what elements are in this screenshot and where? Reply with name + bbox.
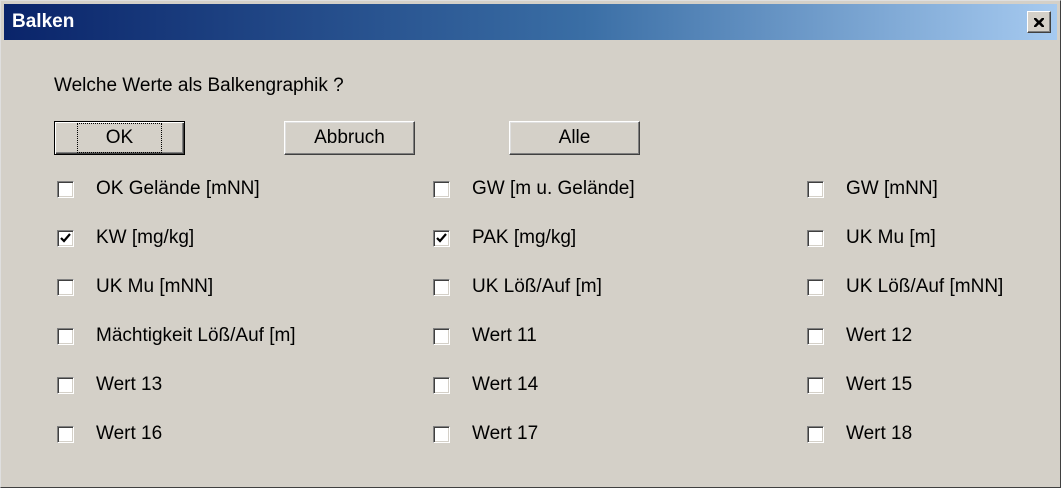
option-label: UK Mu [mNN] xyxy=(96,276,214,297)
option-label: PAK [mg/kg] xyxy=(472,227,577,248)
all-button-label: Alle xyxy=(558,127,591,148)
checkbox-unchecked[interactable] xyxy=(433,180,450,198)
option-label: UK Mu [m] xyxy=(846,227,936,248)
option-checkbox[interactable]: Wert 15 xyxy=(807,372,912,398)
checkbox-unchecked[interactable] xyxy=(807,425,824,443)
option-label: KW [mg/kg] xyxy=(96,227,195,248)
option-checkbox[interactable]: KW [mg/kg] xyxy=(57,225,194,251)
option-label: Wert 17 xyxy=(472,423,539,444)
option-checkbox[interactable]: UK Löß/Auf [m] xyxy=(433,274,602,300)
checkbox-unchecked[interactable] xyxy=(433,278,450,296)
checkbox-unchecked[interactable] xyxy=(57,376,74,394)
checkbox-unchecked[interactable] xyxy=(807,180,824,198)
option-checkbox[interactable]: UK Mu [m] xyxy=(807,225,936,251)
option-checkbox[interactable]: Wert 18 xyxy=(807,421,912,447)
cancel-button[interactable]: Abbruch xyxy=(284,121,415,155)
option-label: UK Löß/Auf [mNN] xyxy=(846,276,1004,297)
option-label: OK Gelände [mNN] xyxy=(96,178,260,199)
option-label: Mächtigkeit Löß/Auf [m] xyxy=(96,325,296,346)
checkbox-unchecked[interactable] xyxy=(433,327,450,345)
option-checkbox[interactable]: Mächtigkeit Löß/Auf [m] xyxy=(57,323,296,349)
option-checkbox[interactable]: UK Löß/Auf [mNN] xyxy=(807,274,1003,300)
option-label: Wert 11 xyxy=(472,325,537,346)
option-checkbox[interactable]: OK Gelände [mNN] xyxy=(57,176,260,202)
option-checkbox[interactable]: Wert 13 xyxy=(57,372,162,398)
checkbox-unchecked[interactable] xyxy=(807,278,824,296)
option-label: UK Löß/Auf [m] xyxy=(472,276,602,297)
window-title: Balken xyxy=(12,11,75,32)
option-label: Wert 12 xyxy=(846,325,913,346)
option-checkbox[interactable]: GW [m u. Gelände] xyxy=(433,176,635,202)
option-checkbox[interactable]: Wert 16 xyxy=(57,421,162,447)
checkbox-unchecked[interactable] xyxy=(57,278,74,296)
check-icon xyxy=(436,232,447,243)
option-checkbox[interactable]: Wert 17 xyxy=(433,421,538,447)
checkbox-unchecked[interactable] xyxy=(57,425,74,443)
option-checkbox[interactable]: Wert 14 xyxy=(433,372,538,398)
cancel-button-label: Abbruch xyxy=(314,127,385,148)
option-label: Wert 18 xyxy=(846,423,913,444)
checkbox-unchecked[interactable] xyxy=(57,180,74,198)
prompt-text: Welche Werte als Balkengraphik ? xyxy=(54,75,344,96)
option-label: Wert 16 xyxy=(96,423,163,444)
checkbox-unchecked[interactable] xyxy=(57,327,74,345)
all-button[interactable]: Alle xyxy=(509,121,640,155)
check-icon xyxy=(60,232,71,243)
option-checkbox[interactable]: PAK [mg/kg] xyxy=(433,225,576,251)
checkbox-unchecked[interactable] xyxy=(807,327,824,345)
ok-button[interactable]: OK xyxy=(54,121,185,155)
option-label: Wert 14 xyxy=(472,374,539,395)
option-label: Wert 13 xyxy=(96,374,163,395)
close-icon xyxy=(1034,17,1044,27)
checkbox-unchecked[interactable] xyxy=(807,229,824,247)
checkbox-unchecked[interactable] xyxy=(433,376,450,394)
checkbox-unchecked[interactable] xyxy=(433,425,450,443)
option-label: GW [mNN] xyxy=(846,178,938,199)
checkbox-checked[interactable] xyxy=(433,229,450,247)
balken-dialog: Balken Welche Werte als Balkengraphik ? … xyxy=(0,0,1061,488)
option-checkbox[interactable]: GW [mNN] xyxy=(807,176,938,202)
option-checkbox[interactable]: Wert 11 xyxy=(433,323,537,349)
close-button[interactable] xyxy=(1027,11,1051,33)
ok-button-label: OK xyxy=(76,123,163,153)
title-bar[interactable]: Balken xyxy=(4,4,1057,40)
checkbox-unchecked[interactable] xyxy=(807,376,824,394)
option-checkbox[interactable]: UK Mu [mNN] xyxy=(57,274,213,300)
option-label: GW [m u. Gelände] xyxy=(472,178,635,199)
checkbox-checked[interactable] xyxy=(57,229,74,247)
option-label: Wert 15 xyxy=(846,374,913,395)
option-checkbox[interactable]: Wert 12 xyxy=(807,323,912,349)
